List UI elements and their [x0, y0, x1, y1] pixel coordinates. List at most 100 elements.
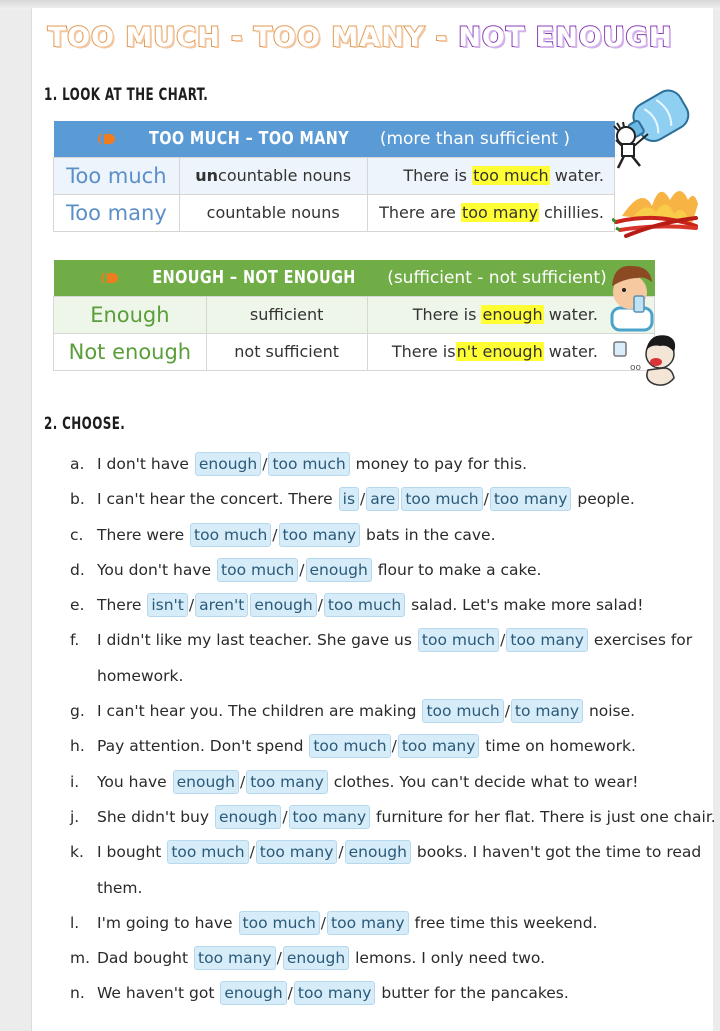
answer-option[interactable]: too much: [217, 557, 299, 582]
answer-option[interactable]: to many: [510, 699, 584, 724]
sentence-text: people.: [572, 490, 635, 509]
answer-option[interactable]: are: [366, 487, 400, 512]
example-post: chillies.: [538, 203, 604, 222]
enough-not-enough-table: ENOUGH – NOT ENOUGH (sufficient - not su…: [53, 260, 655, 371]
answer-option[interactable]: enough: [214, 804, 282, 829]
item-letter: n.: [70, 984, 85, 1003]
noun-type-cell: countable nouns: [178, 193, 368, 232]
term-cell: Not enough: [53, 332, 207, 371]
exercise-item: m. Dad bought too many / enough lemons. I o…: [70, 941, 710, 976]
exercise-item: c. There were too much / too many bats in t…: [70, 518, 710, 553]
answer-option[interactable]: too much: [309, 734, 391, 759]
answer-option[interactable]: too many: [194, 946, 276, 971]
option-separator: /: [276, 949, 282, 968]
answer-option[interactable]: too many: [506, 628, 588, 653]
exercise-item: g. I can't hear you. The children are mak…: [70, 694, 710, 729]
sentence-text: Dad bought: [97, 949, 194, 968]
answer-option[interactable]: too much: [238, 910, 320, 935]
exercise-item: n. We haven't got enough / too many butter …: [70, 976, 710, 1011]
header-title: ENOUGH – NOT ENOUGH: [152, 267, 357, 289]
item-letter: i.: [70, 772, 80, 791]
answer-option[interactable]: too many: [246, 769, 328, 794]
exercise-item: i. You have enough / too many clothes. You …: [70, 765, 710, 800]
answer-option[interactable]: too many: [489, 487, 572, 512]
sentence-text: There: [97, 596, 147, 615]
option-separator: /: [249, 843, 255, 862]
answer-option[interactable]: enough: [344, 840, 411, 865]
example-pre: There is: [403, 166, 473, 185]
sentence-text: salad. Let's make more salad!: [406, 596, 644, 615]
exercise-item: d. You don't have too much / enough flour t…: [70, 553, 710, 588]
exercise-item: k. I bought too much / too many / enough book…: [70, 835, 710, 870]
exercise-item: f. I didn't like my last teacher. She gav…: [70, 623, 710, 658]
answer-option[interactable]: too much: [268, 452, 350, 476]
answer-option[interactable]: too much: [323, 593, 406, 618]
title-part-orange: TOO MUCH - TOO MANY -: [47, 21, 459, 54]
title-part-purple: NOT ENOUGH: [457, 21, 673, 54]
sentence-text: money to pay for this.: [350, 455, 528, 473]
sentence-text: I don't have: [97, 455, 194, 473]
example-pre: There is: [391, 342, 456, 361]
chillies-fire-icon: [612, 191, 698, 238]
item-letter: f.: [70, 631, 80, 650]
answer-option[interactable]: too many: [397, 734, 480, 759]
answer-option[interactable]: enough: [194, 452, 262, 476]
term-cell: Too many: [53, 193, 180, 232]
option-separator: /: [483, 490, 489, 509]
exercise-item: a. I don't have enough / too much money to …: [70, 447, 710, 482]
sentence-text: You have: [97, 772, 172, 791]
sentence-text: I didn't like my last teacher. She gave …: [97, 631, 417, 650]
section2-heading: 2. CHOOSE.: [44, 414, 126, 434]
option-separator: /: [320, 913, 327, 932]
answer-option[interactable]: too much: [167, 840, 249, 865]
exercise-item: h. Pay attention. Don't spend too much / to…: [70, 729, 710, 764]
speaker-icon[interactable]: [98, 133, 116, 146]
answer-option[interactable]: enough: [305, 557, 372, 582]
sentence-text: We haven't got: [97, 984, 220, 1003]
answer-option[interactable]: enough: [250, 593, 317, 618]
answer-option[interactable]: aren't: [195, 593, 249, 618]
answer-option[interactable]: too much: [190, 522, 272, 547]
example-cell: There are too many chillies.: [366, 193, 616, 232]
option-separator: /: [500, 631, 506, 650]
sentence-text: free time this weekend.: [409, 913, 598, 932]
exercise-item: j. She didn't buy enough / too many furnitu…: [70, 800, 716, 835]
speaker-icon[interactable]: [101, 272, 119, 285]
sentence-text: time on homework.: [480, 737, 636, 756]
sentence-text: butter for the pancakes.: [376, 984, 569, 1003]
sentence-text: noise.: [584, 702, 636, 721]
answer-option[interactable]: too many: [278, 522, 361, 547]
answer-option[interactable]: too many: [327, 910, 409, 935]
answer-option[interactable]: too many: [255, 840, 338, 865]
option-separator: /: [239, 772, 246, 791]
table-row: Enough sufficient There is enough water.: [53, 295, 655, 334]
item-letter: l.: [70, 913, 80, 932]
answer-option[interactable]: too many: [288, 804, 371, 829]
noun-type-cell: uncountable nouns: [178, 156, 368, 195]
table-header: ENOUGH – NOT ENOUGH (sufficient - not su…: [53, 260, 655, 296]
item-letter: g.: [70, 702, 85, 721]
answer-option[interactable]: enough: [172, 769, 239, 794]
item-letter: d.: [70, 560, 85, 579]
exercise-item-continuation: homework.: [97, 666, 184, 685]
answer-option[interactable]: is: [338, 487, 360, 512]
answer-option[interactable]: isn't: [147, 593, 188, 618]
answer-option[interactable]: enough: [282, 946, 350, 971]
example-pre: There is: [412, 305, 482, 324]
sentence-text: flour to make a cake.: [372, 560, 542, 579]
option-separator: /: [391, 737, 397, 756]
option-separator: /: [188, 596, 195, 615]
noun-text: countable nouns: [206, 203, 340, 222]
answer-option[interactable]: too much: [401, 487, 483, 512]
answer-option[interactable]: too much: [422, 699, 504, 724]
sentence-text: Pay attention. Don't spend: [97, 737, 309, 756]
svg-text:oo: oo: [630, 363, 642, 373]
sentence-text: I'm going to have: [97, 913, 238, 932]
answer-option[interactable]: too many: [293, 981, 376, 1006]
answer-option[interactable]: enough: [220, 981, 287, 1006]
table-row: Too many countable nouns There are too m…: [53, 193, 616, 232]
sentence-text: books. I haven't got the time to read: [411, 843, 702, 862]
header-title: TOO MUCH – TOO MANY: [149, 128, 350, 150]
answer-option[interactable]: too much: [417, 628, 500, 653]
option-separator: /: [287, 984, 293, 1003]
